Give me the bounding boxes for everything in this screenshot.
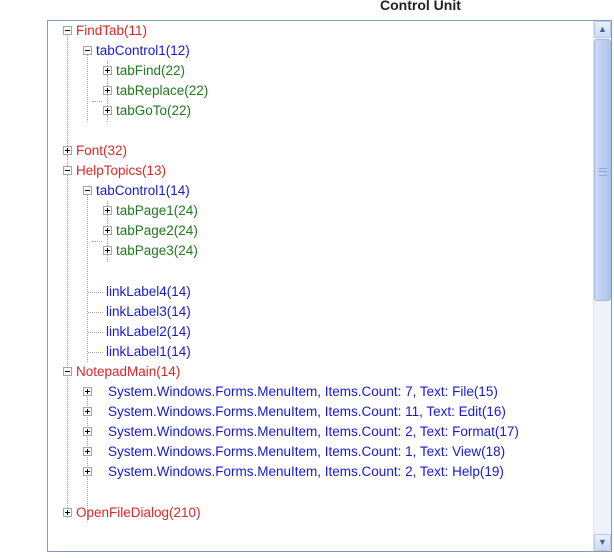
vertical-scrollbar[interactable]: ▲ ▼ bbox=[593, 21, 611, 551]
expand-toggle-icon[interactable] bbox=[83, 387, 92, 396]
tree-node-label[interactable]: tabGoTo(22) bbox=[116, 101, 191, 121]
expand-toggle-icon[interactable] bbox=[83, 447, 92, 456]
tree-node-label[interactable]: tabFind(22) bbox=[116, 61, 185, 81]
tree-node-label[interactable]: OpenFileDialog(210) bbox=[76, 503, 201, 523]
tree-view[interactable]: FindTab(11) tabControl1(12) tabFind(22) … bbox=[48, 21, 594, 551]
expand-toggle-icon[interactable] bbox=[83, 427, 92, 436]
expand-toggle-icon[interactable] bbox=[103, 206, 112, 215]
tree-line bbox=[88, 312, 103, 313]
expand-toggle-icon[interactable] bbox=[83, 467, 92, 476]
expand-toggle-icon[interactable] bbox=[63, 146, 72, 155]
scroll-up-arrow-icon[interactable]: ▲ bbox=[594, 21, 611, 38]
tree-line bbox=[87, 192, 88, 362]
tree-line bbox=[92, 101, 102, 102]
expand-toggle-icon[interactable] bbox=[103, 106, 112, 115]
tree-line bbox=[87, 52, 88, 122]
tree-node-label[interactable]: linkLabel4(14) bbox=[106, 282, 191, 302]
collapse-toggle-icon[interactable] bbox=[83, 186, 92, 195]
tree-node-label[interactable]: System.Windows.Forms.MenuItem, Items.Cou… bbox=[108, 382, 498, 402]
scroll-down-arrow-icon[interactable]: ▼ bbox=[594, 534, 611, 551]
tree-node-label[interactable]: tabPage1(24) bbox=[116, 201, 198, 221]
tree-node-label[interactable]: System.Windows.Forms.MenuItem, Items.Cou… bbox=[108, 402, 506, 422]
scrollbar-thumb[interactable] bbox=[594, 39, 611, 301]
collapse-toggle-icon[interactable] bbox=[83, 46, 92, 55]
tree-node-label[interactable]: tabPage2(24) bbox=[116, 221, 198, 241]
tree-view-panel[interactable]: FindTab(11) tabControl1(12) tabFind(22) … bbox=[47, 20, 612, 552]
tree-node-label[interactable]: NotepadMain(14) bbox=[76, 362, 180, 382]
expand-toggle-icon[interactable] bbox=[103, 86, 112, 95]
tree-line bbox=[92, 241, 102, 242]
tree-node-label[interactable]: System.Windows.Forms.MenuItem, Items.Cou… bbox=[108, 462, 504, 482]
control-unit-title: Control Unit bbox=[380, 0, 461, 13]
tree-node-label[interactable]: linkLabel2(14) bbox=[106, 322, 191, 342]
collapse-toggle-icon[interactable] bbox=[63, 26, 72, 35]
tree-node-label[interactable]: tabReplace(22) bbox=[116, 81, 208, 101]
collapse-toggle-icon[interactable] bbox=[63, 166, 72, 175]
expand-toggle-icon[interactable] bbox=[63, 508, 72, 517]
expand-toggle-icon[interactable] bbox=[103, 226, 112, 235]
tree-node-label[interactable]: Font(32) bbox=[76, 141, 127, 161]
expand-toggle-icon[interactable] bbox=[103, 246, 112, 255]
tree-line bbox=[88, 332, 103, 333]
tree-line bbox=[67, 30, 68, 518]
tree-node-label[interactable]: tabPage3(24) bbox=[116, 241, 198, 261]
tree-node-label[interactable]: tabControl1(14) bbox=[96, 181, 190, 201]
tree-node-label[interactable]: FindTab(11) bbox=[76, 21, 147, 41]
expand-toggle-icon[interactable] bbox=[103, 66, 112, 75]
collapse-toggle-icon[interactable] bbox=[63, 367, 72, 376]
expand-toggle-icon[interactable] bbox=[83, 407, 92, 416]
tree-line bbox=[88, 352, 103, 353]
grip-icon bbox=[599, 168, 607, 176]
tree-line bbox=[88, 292, 103, 293]
tree-node-label[interactable]: HelpTopics(13) bbox=[76, 161, 166, 181]
tree-node-label[interactable]: linkLabel3(14) bbox=[106, 302, 191, 322]
tree-node-label[interactable]: System.Windows.Forms.MenuItem, Items.Cou… bbox=[108, 422, 519, 442]
tree-node-label[interactable]: System.Windows.Forms.MenuItem, Items.Cou… bbox=[108, 442, 505, 462]
tree-node-label[interactable]: linkLabel1(14) bbox=[106, 342, 191, 362]
tree-node-label[interactable]: tabControl1(12) bbox=[96, 41, 190, 61]
